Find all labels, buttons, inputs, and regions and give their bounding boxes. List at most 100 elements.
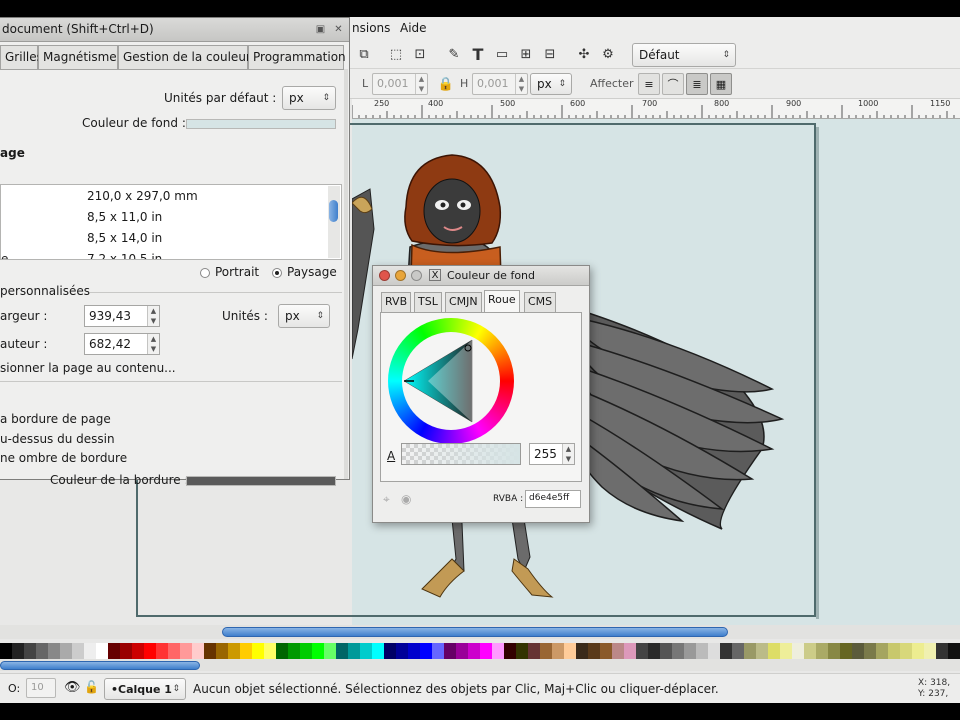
layer-select[interactable]: •Calque 1 ⇕ [104, 678, 186, 700]
zoom-drawing-icon[interactable]: ⊡ [410, 44, 430, 64]
landscape-label[interactable]: Paysage [287, 265, 337, 279]
scale-stroke-button[interactable]: ≡ [638, 73, 660, 95]
palette-swatch[interactable] [780, 643, 793, 659]
scale-corners-button[interactable]: ⌒ [662, 73, 684, 95]
palette-swatch[interactable] [696, 643, 709, 659]
list-item[interactable]: 210,0 x 297,0 mm [87, 189, 198, 203]
palette-swatch[interactable] [600, 643, 613, 659]
page-size-scrollbar[interactable] [328, 186, 340, 258]
zoom-selection-icon[interactable]: ⬚ [386, 44, 406, 64]
palette-swatch[interactable] [12, 643, 25, 659]
transform-gradients-button[interactable]: ≣ [686, 73, 708, 95]
height-field[interactable]: 682,42 ▲ ▼ [84, 333, 160, 355]
palette-swatch[interactable] [732, 643, 745, 659]
opacity-spin[interactable]: 10 [26, 678, 56, 698]
palette-swatch[interactable] [624, 643, 637, 659]
palette-swatch[interactable] [96, 643, 109, 659]
portrait-label[interactable]: Portrait [215, 265, 259, 279]
menu-help[interactable]: Aide [400, 21, 427, 35]
tab-grids[interactable]: Grilles [0, 45, 43, 69]
palette-swatch[interactable] [24, 643, 37, 659]
menu-extensions[interactable]: nsions [352, 21, 390, 35]
background-color-swatch[interactable] [186, 119, 336, 129]
alpha-spin[interactable]: 255 ▲ ▼ [529, 443, 575, 465]
portrait-radio[interactable] [200, 268, 210, 278]
palette-swatch[interactable] [0, 643, 13, 659]
palette-swatch[interactable] [936, 643, 949, 659]
lock-icon[interactable]: 🔒 [436, 74, 456, 94]
palette-swatch[interactable] [756, 643, 769, 659]
width-field[interactable]: 939,43 ▲ ▼ [84, 305, 160, 327]
tab-cmyk[interactable]: CMJN [445, 292, 482, 312]
list-item[interactable]: 7,2 x 10,5 in [87, 252, 162, 259]
palette-swatch[interactable] [492, 643, 505, 659]
palette-swatch[interactable] [192, 643, 205, 659]
palette-scrollbar-thumb[interactable] [0, 661, 200, 670]
tab-cms[interactable]: CMS [524, 292, 557, 312]
palette-swatch[interactable] [720, 643, 733, 659]
tab-scripting[interactable]: Programmation [248, 45, 346, 69]
cms-icon[interactable]: ◉ [401, 492, 411, 506]
palette-swatch[interactable] [324, 643, 337, 659]
xml-editor-icon[interactable]: ⊞ [516, 44, 536, 64]
palette-swatch[interactable] [312, 643, 325, 659]
palette-swatch[interactable] [612, 643, 625, 659]
palette-swatch[interactable] [684, 643, 697, 659]
palette-swatch[interactable] [108, 643, 121, 659]
palette-swatch[interactable] [480, 643, 493, 659]
palette-swatch[interactable] [168, 643, 181, 659]
palette-swatch[interactable] [240, 643, 253, 659]
palette-swatch[interactable] [468, 643, 481, 659]
border-shadow-checkbox-label[interactable]: ne ombre de bordure [0, 451, 127, 465]
horizontal-scrollbar-thumb[interactable] [222, 627, 728, 637]
hue-ring[interactable] [388, 318, 514, 444]
custom-units-select[interactable]: px ⇕ [278, 304, 330, 328]
palette-swatch[interactable] [744, 643, 757, 659]
default-units-select[interactable]: px ⇕ [282, 86, 336, 110]
palette-swatch[interactable] [444, 643, 457, 659]
unit-select[interactable]: px ⇕ [530, 73, 572, 95]
palette-swatch[interactable] [516, 643, 529, 659]
page-size-scrollbar-thumb[interactable] [329, 200, 338, 222]
palette-swatch[interactable] [348, 643, 361, 659]
document-properties-titlebar[interactable]: document (Shift+Ctrl+D) ▣ ✕ [0, 18, 349, 42]
horizontal-scrollbar[interactable] [0, 625, 960, 639]
style-select[interactable]: Défaut ⇕ [632, 43, 736, 67]
palette-swatch[interactable] [948, 643, 960, 659]
tab-wheel[interactable]: Roue [484, 290, 520, 312]
spin-arrows-icon[interactable]: ▲ ▼ [562, 444, 574, 464]
palette-swatch[interactable] [36, 643, 49, 659]
palette-swatch[interactable] [924, 643, 937, 659]
color-dialog-titlebar[interactable]: X Couleur de fond [373, 266, 589, 286]
palette-swatch[interactable] [396, 643, 409, 659]
spin-arrows-icon[interactable]: ▲ ▼ [147, 334, 159, 354]
palette-swatch[interactable] [336, 643, 349, 659]
palette-swatch[interactable] [156, 643, 169, 659]
palette-swatch[interactable] [588, 643, 601, 659]
palette-swatch[interactable] [132, 643, 145, 659]
palette-swatch[interactable] [456, 643, 469, 659]
border-on-top-checkbox-label[interactable]: u-dessus du dessin [0, 432, 115, 446]
palette-swatch[interactable] [816, 643, 829, 659]
palette-swatch[interactable] [120, 643, 133, 659]
panel-scrollbar[interactable] [344, 69, 348, 479]
spin-arrows-icon[interactable]: ▲ ▼ [147, 306, 159, 326]
palette-swatch[interactable] [864, 643, 877, 659]
palette-scrollbar[interactable] [0, 659, 960, 671]
palette-swatch[interactable] [228, 643, 241, 659]
palette-swatch[interactable] [264, 643, 277, 659]
landscape-radio[interactable] [272, 268, 282, 278]
palette-swatch[interactable] [852, 643, 865, 659]
palette-swatch[interactable] [48, 643, 61, 659]
palette-swatch[interactable] [72, 643, 85, 659]
preferences-icon[interactable]: ✣ [574, 44, 594, 64]
color-triangle[interactable] [388, 318, 514, 444]
palette-swatch[interactable] [372, 643, 385, 659]
palette-swatch[interactable] [912, 643, 925, 659]
palette-swatch[interactable] [252, 643, 265, 659]
rgba-field[interactable]: d6e4e5ff [525, 490, 581, 508]
palette-swatch[interactable] [84, 643, 97, 659]
palette-swatch[interactable] [204, 643, 217, 659]
pen-tool-icon[interactable]: ✎ [444, 44, 464, 64]
document-properties-icon[interactable]: ⚙ [598, 44, 618, 64]
